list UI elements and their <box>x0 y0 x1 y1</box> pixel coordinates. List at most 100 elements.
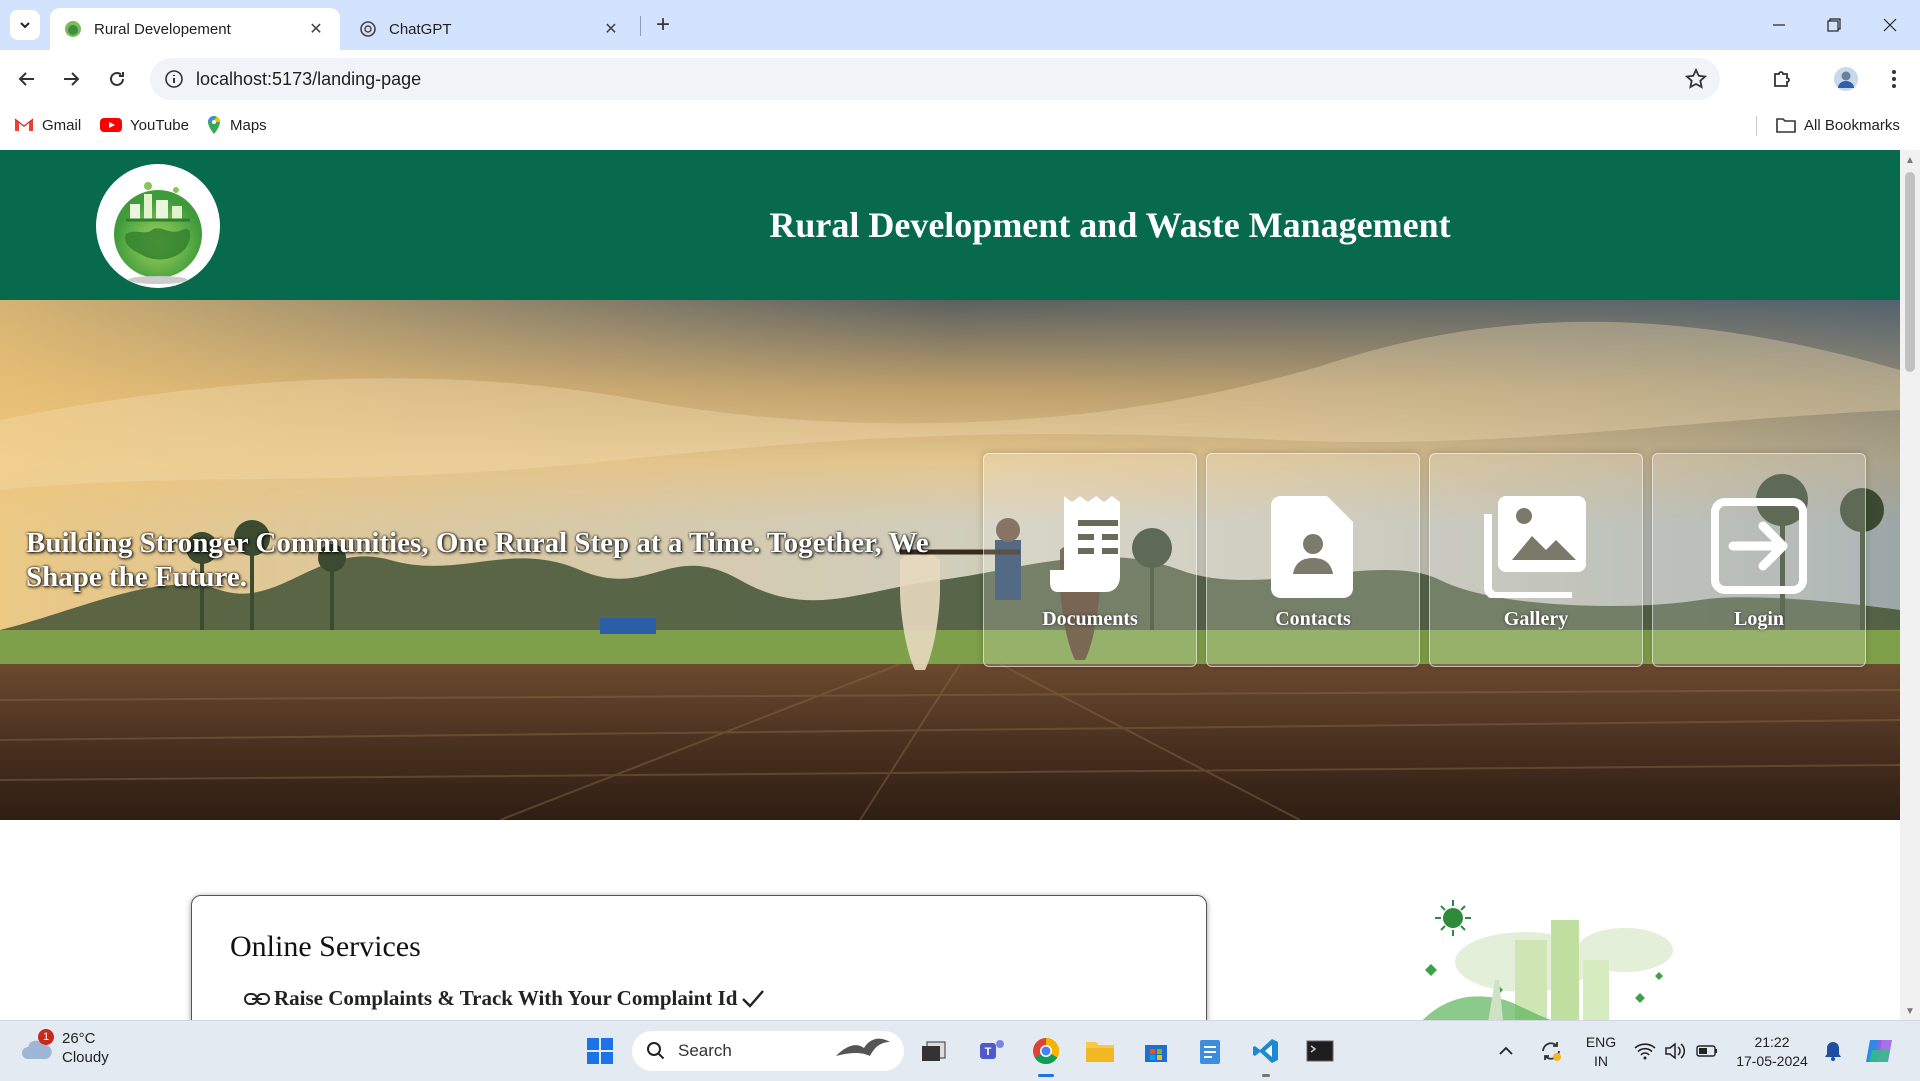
hero-banner: Building Stronger Communities, One Rural… <box>0 300 1900 820</box>
scroll-down-arrow-icon[interactable]: ▼ <box>1905 1006 1915 1017</box>
chevron-up-icon <box>1499 1046 1513 1055</box>
arrow-left-icon <box>18 72 34 86</box>
scrollbar-thumb[interactable] <box>1905 172 1915 372</box>
profile-avatar[interactable] <box>1830 63 1862 95</box>
notepad-icon <box>1200 1040 1220 1064</box>
hero-tagline: Building Stronger Communities, One Rural… <box>26 527 929 593</box>
sync-tray-button[interactable] <box>1534 1031 1568 1071</box>
search-highlight-bird-icon <box>836 1038 890 1056</box>
copilot-button[interactable] <box>1858 1031 1902 1071</box>
show-hidden-icons-button[interactable] <box>1492 1031 1520 1071</box>
wifi-icon <box>1634 1043 1656 1060</box>
store-icon <box>1145 1045 1167 1062</box>
page-scrollbar[interactable]: ▲ ▼ <box>1900 150 1920 1020</box>
online-services-card: Online Services Raise Complaints & Track… <box>191 895 1207 1020</box>
bookmark-star-icon[interactable] <box>1684 67 1708 96</box>
folder-icon <box>1086 1042 1114 1062</box>
open-app-indicator <box>1262 1074 1270 1077</box>
minimize-button[interactable] <box>1751 0 1807 50</box>
region-code: IN <box>1594 1053 1608 1069</box>
bookmark-label: YouTube <box>130 116 189 134</box>
reload-icon <box>110 71 124 86</box>
nav-card-login[interactable]: Login <box>1652 453 1866 667</box>
svg-text:T: T <box>985 1046 992 1058</box>
tab-title: Rural Developement <box>94 20 231 38</box>
microsoft-store-app[interactable] <box>1136 1031 1176 1071</box>
weather-condition: Cloudy <box>62 1049 109 1066</box>
back-button[interactable] <box>12 64 42 94</box>
tab-title: ChatGPT <box>389 20 452 38</box>
nav-card-label: Contacts <box>1275 608 1351 630</box>
avatar-icon <box>1834 67 1858 91</box>
arrow-right-icon <box>64 72 80 86</box>
terminal-app[interactable] <box>1300 1031 1340 1071</box>
start-button[interactable] <box>580 1031 620 1071</box>
maps-icon <box>208 116 220 134</box>
chevron-down-icon <box>20 22 30 29</box>
battery-icon <box>1696 1045 1717 1057</box>
teams-app[interactable]: T <box>972 1031 1012 1071</box>
cloud-icon: 1 <box>20 1029 54 1063</box>
url-text[interactable]: localhost:5173/landing-page <box>196 69 421 90</box>
nav-card-gallery[interactable]: Gallery <box>1429 453 1643 667</box>
chrome-app[interactable] <box>1026 1031 1066 1077</box>
weather-temp: 26°C <box>62 1030 96 1047</box>
nav-card-documents[interactable]: Documents <box>983 453 1197 667</box>
bookmark-youtube[interactable]: YouTube <box>100 108 189 142</box>
terminal-icon <box>1306 1040 1334 1062</box>
file-explorer-app[interactable] <box>1080 1031 1120 1071</box>
weather-widget[interactable]: 1 26°C Cloudy <box>20 1029 109 1067</box>
wifi-status[interactable] <box>1630 1031 1660 1071</box>
clock-time: 21:22 <box>1754 1034 1790 1050</box>
service-item-label: Raise Complaints & Track With Your Compl… <box>274 986 738 1010</box>
tab-close-icon[interactable]: ✕ <box>306 19 326 39</box>
task-view-button[interactable] <box>914 1031 954 1071</box>
vscode-app[interactable] <box>1246 1031 1286 1077</box>
all-bookmarks-button[interactable]: All Bookmarks <box>1776 108 1900 142</box>
nav-card-contacts[interactable]: Contacts <box>1206 453 1420 667</box>
tab-close-icon[interactable]: ✕ <box>601 19 621 39</box>
battery-status[interactable] <box>1692 1031 1722 1071</box>
tab-chatgpt[interactable]: ChatGPT ✕ <box>345 8 635 50</box>
globe-leaf-favicon-icon <box>64 20 82 38</box>
speaker-icon <box>1665 1042 1686 1060</box>
nav-card-label: Gallery <box>1503 608 1569 630</box>
search-icon <box>647 1042 665 1060</box>
teams-icon: T <box>980 1040 1004 1059</box>
chrome-icon <box>1033 1037 1060 1065</box>
nav-card-label: Login <box>1733 608 1785 630</box>
clock-date: 17-05-2024 <box>1736 1053 1808 1069</box>
tab-separator <box>640 16 641 36</box>
close-window-button[interactable] <box>1862 0 1918 50</box>
service-item-raise-complaints[interactable]: Raise Complaints & Track With Your Compl… <box>244 986 765 1011</box>
volume-status[interactable] <box>1660 1031 1690 1071</box>
taskbar-clock[interactable]: 21:22 17-05-2024 <box>1732 1033 1812 1071</box>
tab-search-button[interactable] <box>10 10 40 40</box>
notepad-app[interactable] <box>1190 1031 1230 1071</box>
site-header: Rural Development and Waste Management <box>0 150 1900 300</box>
bookmark-label: Gmail <box>42 116 82 134</box>
tab-rural-developement[interactable]: Rural Developement ✕ <box>50 8 340 50</box>
reload-button[interactable] <box>102 64 132 94</box>
site-title: Rural Development and Waste Management <box>769 205 1451 245</box>
site-info-icon[interactable] <box>164 69 184 94</box>
input-language-indicator[interactable]: ENG IN <box>1583 1033 1619 1071</box>
notification-badge: 1 <box>38 1029 54 1045</box>
windows-logo-icon <box>587 1038 613 1064</box>
bookmark-maps[interactable]: Maps <box>206 108 267 142</box>
task-view-icon <box>922 1041 946 1061</box>
restore-button[interactable] <box>1806 0 1862 50</box>
extensions-button[interactable] <box>1766 63 1798 95</box>
bookmark-gmail[interactable]: Gmail <box>14 108 81 142</box>
browser-menu-button[interactable] <box>1878 63 1910 95</box>
scroll-up-arrow-icon[interactable]: ▲ <box>1905 155 1915 166</box>
checkmark-icon <box>742 989 765 1008</box>
copilot-icon <box>1866 1040 1892 1062</box>
forward-button[interactable] <box>56 64 86 94</box>
address-bar[interactable]: localhost:5173/landing-page <box>150 58 1720 100</box>
vscode-icon <box>1253 1039 1278 1063</box>
windows-taskbar: 1 26°C Cloudy Search T ENG IN 21:22 17-0… <box>0 1020 1920 1081</box>
taskbar-search-box[interactable]: Search <box>632 1031 904 1071</box>
new-tab-button[interactable]: + <box>650 11 676 38</box>
notifications-button[interactable] <box>1818 1031 1848 1071</box>
